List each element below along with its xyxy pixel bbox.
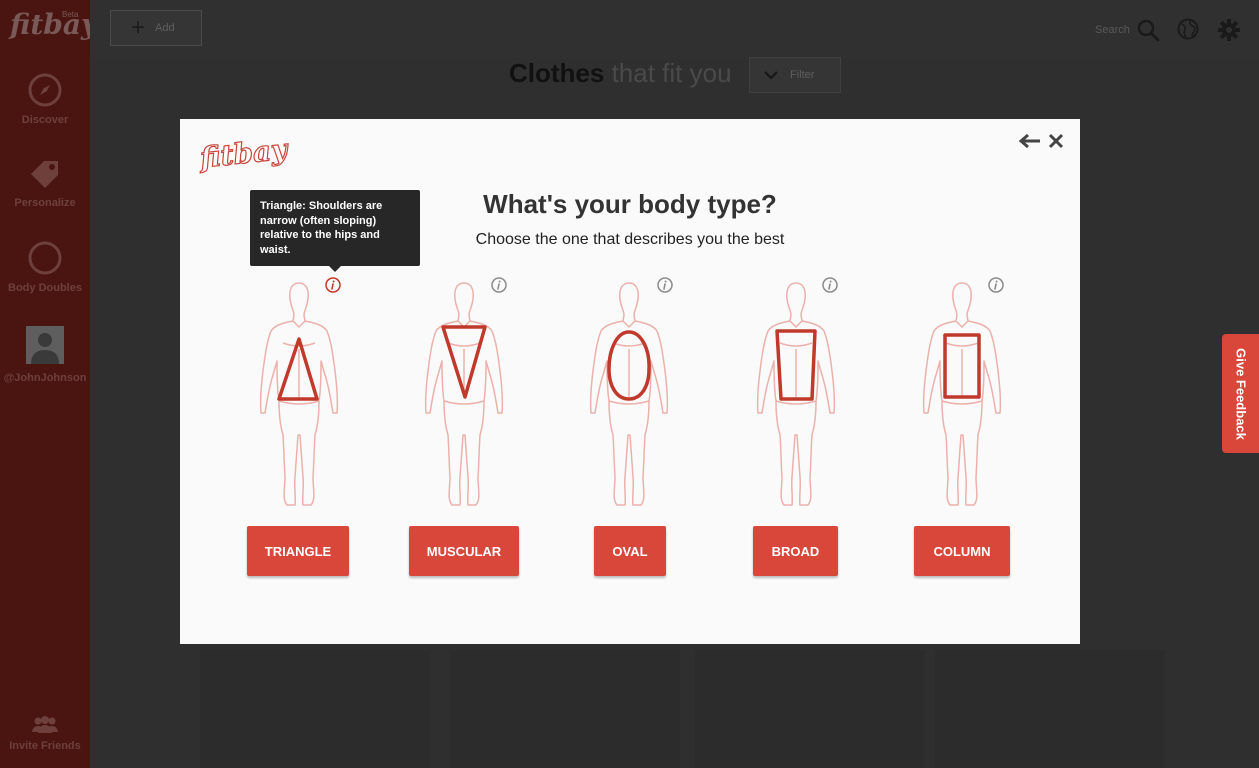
triangle-button[interactable]: TRIANGLE: [247, 526, 349, 576]
app-logo[interactable]: fitbay: [10, 8, 97, 41]
triangle-body-figure[interactable]: [249, 279, 349, 511]
sidebar-item-profile[interactable]: @JohnJohnson: [0, 326, 90, 384]
column-button[interactable]: COLUMN: [914, 526, 1010, 576]
sidebar-item-label: Body Doubles: [8, 282, 82, 294]
oval-body-figure[interactable]: [579, 279, 679, 511]
info-icon-muscular[interactable]: [491, 277, 507, 293]
search-button[interactable]: Search: [1095, 18, 1160, 42]
add-button[interactable]: + Add: [110, 10, 202, 46]
product-card: [695, 650, 925, 768]
sidebar-item-label: Personalize: [14, 197, 76, 209]
plus-icon: +: [131, 14, 146, 41]
broad-body-figure[interactable]: [746, 279, 846, 511]
add-label: Add: [155, 22, 175, 34]
give-feedback-tab[interactable]: Give Feedback: [1222, 334, 1259, 453]
give-feedback-label: Give Feedback: [1233, 347, 1248, 440]
people-icon: [32, 716, 58, 733]
body-type-modal: fitbay What's your body type? Choose the…: [180, 119, 1080, 644]
info-icon-broad[interactable]: [822, 277, 838, 293]
search-icon: [1137, 19, 1160, 42]
filter-button[interactable]: Filter: [749, 57, 841, 93]
page-title-bold: Clothes: [509, 58, 605, 88]
oval-button[interactable]: OVAL: [594, 526, 666, 576]
page-title: Clothes that fit you: [509, 58, 732, 89]
back-arrow-icon[interactable]: [1019, 133, 1041, 149]
invite-friends-label: Invite Friends: [9, 740, 81, 752]
column-body-figure[interactable]: [912, 279, 1012, 511]
beta-badge: Beta: [62, 10, 79, 19]
info-icon-oval[interactable]: [657, 277, 673, 293]
sidebar-item-discover[interactable]: Discover: [0, 72, 90, 126]
close-icon[interactable]: [1048, 133, 1064, 149]
globe-icon[interactable]: [1177, 18, 1199, 40]
compass-icon: [28, 73, 62, 107]
info-icon-triangle[interactable]: [325, 277, 341, 293]
chevron-down-icon: [764, 71, 778, 80]
avatar-icon: [26, 326, 64, 364]
sidebar-item-label: Discover: [21, 114, 69, 126]
sidebar-item-body-doubles[interactable]: Body Doubles: [0, 240, 90, 294]
sidebar-item-label: @JohnJohnson: [3, 372, 87, 384]
product-card: [200, 650, 430, 768]
filter-label: Filter: [790, 69, 815, 81]
modal-logo: fitbay: [198, 132, 289, 175]
top-bar: [90, 0, 1259, 58]
sidebar: fitbay Beta Discover Personalize Body Do…: [0, 0, 97, 768]
muscular-button[interactable]: MUSCULAR: [409, 526, 519, 576]
sidebar-item-personalize[interactable]: Personalize: [0, 157, 90, 209]
page-title-rest: that fit you: [604, 58, 732, 88]
search-label: Search: [1095, 24, 1130, 36]
invite-friends-link[interactable]: Invite Friends: [0, 716, 90, 752]
tag-icon: [31, 161, 58, 188]
gear-icon[interactable]: [1217, 18, 1241, 42]
circle-icon: [28, 241, 62, 275]
product-card: [450, 650, 680, 768]
product-card: [935, 650, 1165, 768]
info-icon-column[interactable]: [988, 277, 1004, 293]
broad-button[interactable]: BROAD: [753, 526, 838, 576]
muscular-body-figure[interactable]: [414, 279, 514, 511]
body-type-tooltip: Triangle: Shoulders are narrow (often sl…: [250, 190, 420, 272]
